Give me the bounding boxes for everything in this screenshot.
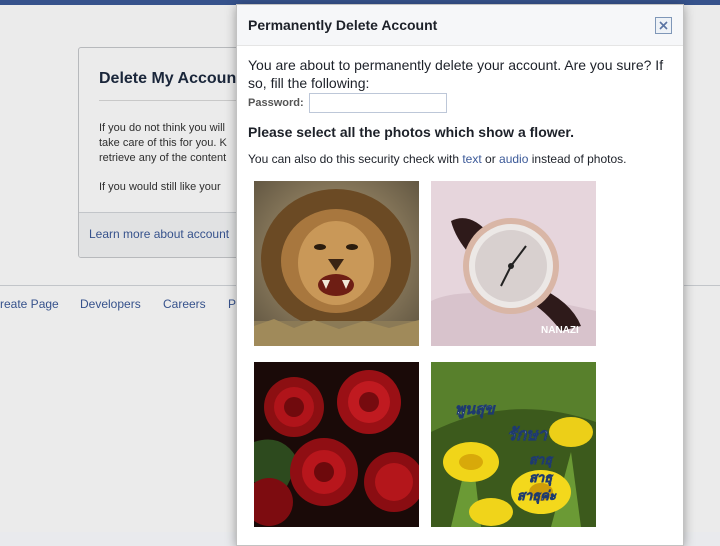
captcha-photo-yellow-flowers[interactable]: พูนสุข รักษา สาธุ สาธุ สาธุค่ะ [431,362,596,527]
captcha-prompt: Please select all the photos which show … [248,124,574,140]
watch-image: NANAZI [431,181,596,346]
password-label: Password: [248,97,304,109]
dialog-title: Permanently Delete Account [248,17,438,33]
audio-check-link[interactable]: audio [499,152,528,166]
captcha-photo-lion[interactable] [254,181,419,346]
alt-security-check: You can also do this security check with… [248,152,627,166]
svg-text:พูนสุข: พูนสุข [455,400,496,419]
svg-text:สาธุค่ะ: สาธุค่ะ [517,489,557,504]
close-icon [659,21,668,30]
lion-image [254,181,419,346]
captcha-photo-watch[interactable]: NANAZI [431,181,596,346]
svg-text:สาธุ: สาธุ [529,453,554,468]
text-check-link[interactable]: text [462,152,481,166]
svg-text:สาธุ: สาธุ [529,471,554,486]
yellow-flowers-image: พูนสุข รักษา สาธุ สาธุ สาธุค่ะ [431,362,596,527]
svg-text:รักษา: รักษา [507,425,549,445]
captcha-photo-roses[interactable] [254,362,419,527]
delete-account-dialog: Permanently Delete Account You are about… [236,4,684,546]
close-button[interactable] [655,17,672,34]
dialog-header: Permanently Delete Account [237,5,683,46]
password-field[interactable] [309,93,447,113]
watch-watermark: NANAZI [541,325,579,336]
roses-image [254,362,419,527]
dialog-intro: You are about to permanently delete your… [248,57,664,91]
